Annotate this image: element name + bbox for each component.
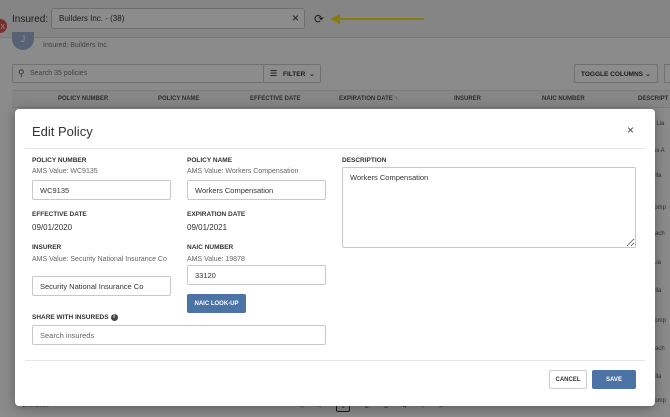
policy-number-field[interactable] [32, 180, 171, 200]
description-field[interactable]: Workers Compensation [342, 167, 636, 248]
policy-name-ams: AMS Value: Workers Compensation [187, 168, 299, 175]
insurer-ams: AMS Value: Security National Insurance C… [32, 256, 167, 263]
cancel-button[interactable]: CANCEL [549, 370, 587, 389]
insurer-field[interactable] [32, 276, 171, 296]
info-icon[interactable]: i [110, 314, 118, 321]
policy-number-ams: AMS Value: WC9135 [32, 168, 98, 175]
naic-number-field[interactable] [187, 265, 326, 285]
description-label: DESCRIPTION [342, 157, 387, 164]
header-divider [25, 148, 645, 149]
naic-lookup-button[interactable]: NAIC LOOK-UP [187, 294, 246, 313]
policy-name-field[interactable] [187, 180, 326, 200]
policy-number-label: POLICY NUMBER [32, 157, 87, 164]
naic-number-label: NAIC NUMBER [187, 244, 234, 251]
share-insureds-search[interactable] [32, 325, 326, 345]
effective-date-value: 09/01/2020 [32, 223, 73, 232]
share-with-insureds-text: SHARE WITH INSUREDS [32, 314, 109, 322]
naic-number-ams: AMS Value: 19878 [187, 256, 245, 263]
modal-title: Edit Policy [32, 124, 93, 139]
save-button[interactable]: SAVE [592, 370, 636, 389]
close-icon[interactable]: × [627, 123, 634, 137]
edit-policy-modal: Edit Policy × POLICY NUMBER AMS Value: W… [15, 109, 655, 406]
expiration-date-label: EXPIRATION DATE [187, 211, 246, 218]
expiration-date-value: 09/01/2021 [187, 223, 228, 232]
footer-divider [25, 360, 645, 361]
insurer-label: INSURER [32, 244, 62, 251]
effective-date-label: EFFECTIVE DATE [32, 211, 87, 218]
policy-name-label: POLICY NAME [187, 157, 233, 164]
share-with-insureds-label: SHARE WITH INSUREDS i [32, 314, 118, 321]
